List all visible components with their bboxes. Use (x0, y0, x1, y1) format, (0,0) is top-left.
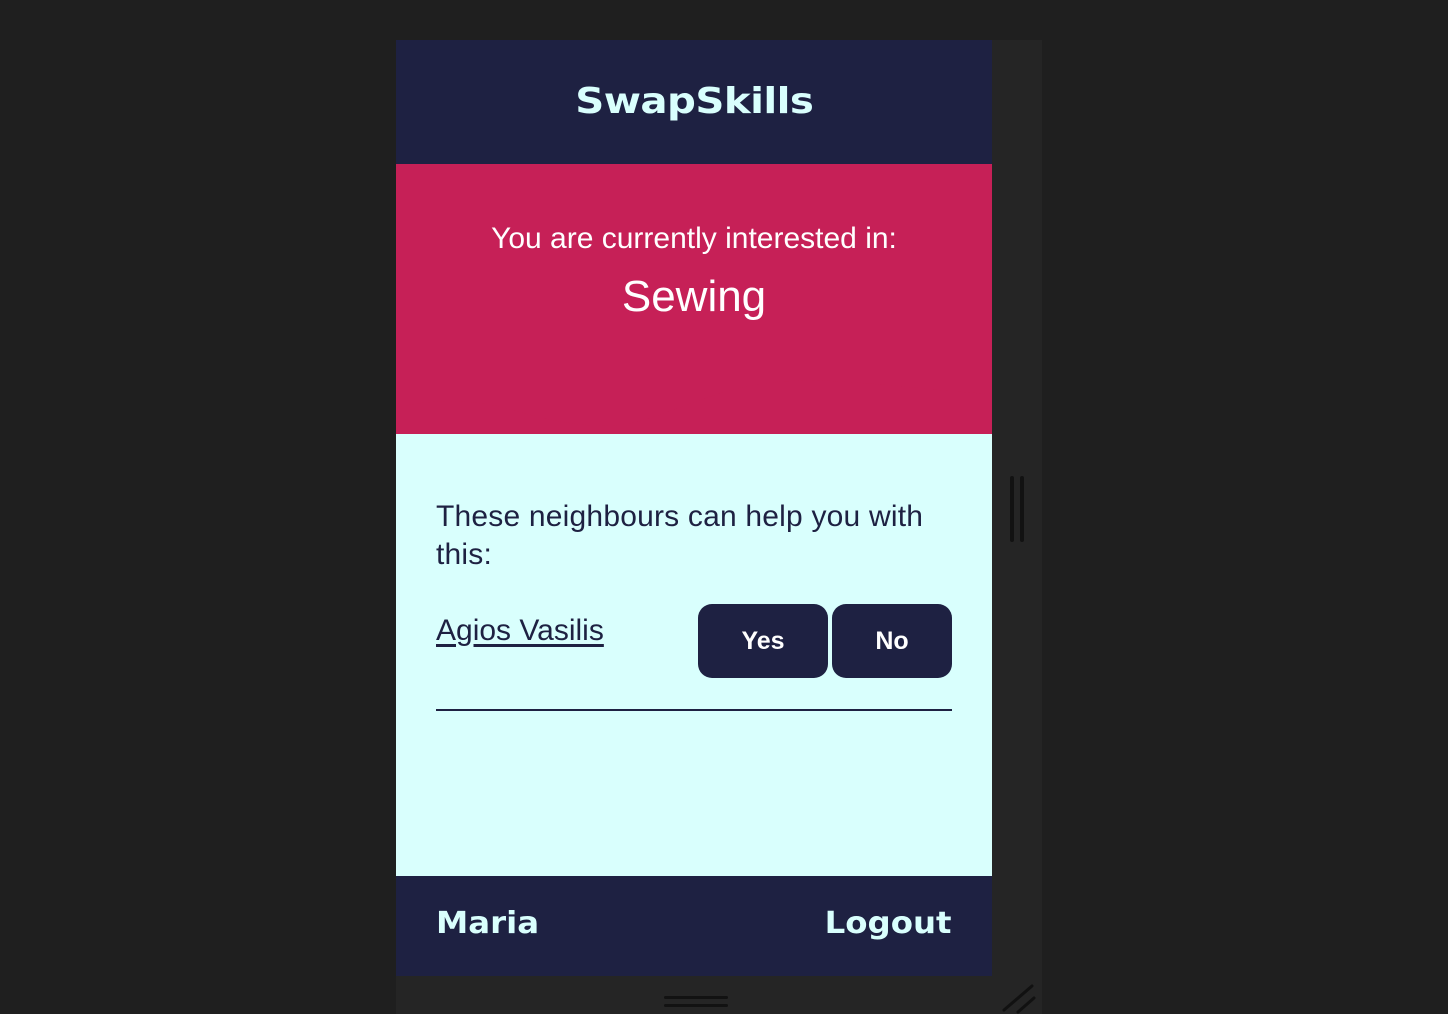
side-resize-handle[interactable] (1010, 476, 1026, 542)
wave-divider (396, 370, 992, 426)
interest-value: Sewing (621, 272, 767, 321)
interest-label: You are currently interested in: (491, 222, 897, 255)
neighbour-row: Agios Vasilis Yes No (436, 604, 952, 711)
user-name-link[interactable]: Maria (436, 906, 539, 941)
app-window: SwapSkills You are currently interested … (396, 40, 992, 976)
app-logo[interactable]: SwapSkills (575, 81, 814, 122)
bottom-resize-handle[interactable] (664, 994, 728, 1010)
app-footer: Maria Logout (396, 876, 992, 976)
neighbours-intro: These neighbours can help you with this: (436, 500, 924, 571)
no-button[interactable]: No (832, 604, 952, 678)
neighbour-name-link[interactable]: Agios Vasilis (436, 614, 604, 648)
app-header: SwapSkills (396, 40, 992, 164)
yes-button[interactable]: Yes (698, 604, 828, 678)
logout-button[interactable]: Logout (825, 906, 952, 941)
resize-grip-icon[interactable] (1000, 984, 1036, 1014)
